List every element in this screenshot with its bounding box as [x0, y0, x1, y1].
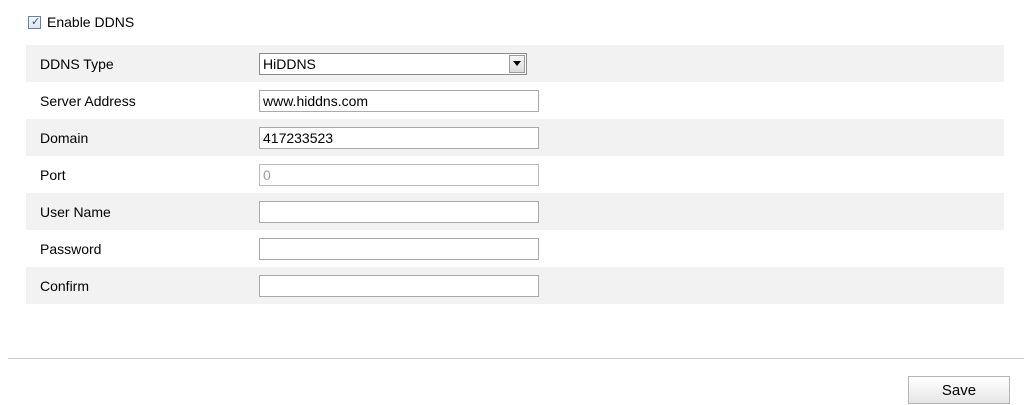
ddns-form: DDNS Type HiDDNS Server Address Domain P…: [26, 45, 1004, 304]
user-name-input[interactable]: [259, 200, 539, 223]
save-button[interactable]: Save: [908, 376, 1010, 404]
domain-row: Domain: [26, 119, 1004, 156]
user-name-label: User Name: [40, 203, 111, 220]
user-name-row: User Name: [26, 193, 1004, 230]
port-input: [259, 163, 539, 186]
ddns-type-row: DDNS Type HiDDNS: [26, 45, 1004, 82]
section-divider: [8, 358, 1024, 359]
checkmark-icon: ✓: [31, 15, 41, 28]
enable-ddns-label[interactable]: Enable DDNS: [47, 14, 134, 30]
server-address-label: Server Address: [40, 92, 136, 109]
enable-ddns-row: ✓ Enable DDNS: [26, 12, 134, 32]
confirm-password-input[interactable]: [259, 274, 539, 297]
password-label: Password: [40, 240, 102, 257]
port-label: Port: [40, 166, 66, 183]
server-address-input[interactable]: [259, 89, 539, 112]
enable-ddns-checkbox[interactable]: ✓: [28, 15, 41, 29]
domain-label: Domain: [40, 129, 89, 146]
confirm-row: Confirm: [26, 267, 1004, 304]
ddns-type-label: DDNS Type: [40, 55, 114, 72]
chevron-down-icon: [513, 61, 521, 66]
domain-input[interactable]: [259, 126, 539, 149]
confirm-label: Confirm: [40, 277, 90, 294]
server-address-row: Server Address: [26, 82, 1004, 119]
password-input[interactable]: [259, 237, 539, 260]
dropdown-button[interactable]: [509, 54, 525, 73]
ddns-type-select[interactable]: HiDDNS: [259, 52, 527, 75]
ddns-type-value: HiDDNS: [263, 55, 316, 72]
port-row: Port: [26, 156, 1004, 193]
password-row: Password: [26, 230, 1004, 267]
ddns-settings-page: ✓ Enable DDNS DDNS Type HiDDNS Server Ad…: [0, 0, 1024, 405]
